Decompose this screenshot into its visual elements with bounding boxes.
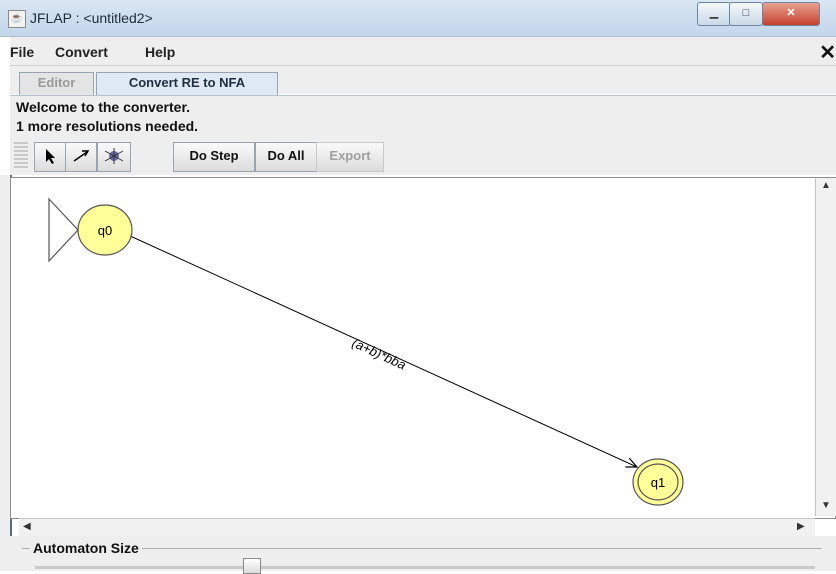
initial-state-marker [48,197,79,263]
group-border [22,548,822,549]
maximize-button[interactable]: □ [729,2,763,26]
scroll-left-icon[interactable]: ◀ [23,521,31,532]
title-bar: ☕ JFLAP : <untitled2> ▁ □ ✕ [0,0,836,37]
vertical-scrollbar[interactable]: ▲ ▼ [815,178,836,516]
close-tab-icon[interactable]: ✕ [819,40,836,65]
deleter-icon [104,148,124,164]
do-step-button[interactable]: Do Step [173,142,255,172]
transition-arrow-icon [73,150,90,162]
scroll-down-icon[interactable]: ▼ [821,500,831,511]
state-q0-label: q0 [98,223,112,238]
size-slider-thumb[interactable] [243,558,261,574]
state-q1-label: q1 [651,475,665,490]
close-window-button[interactable]: ✕ [762,2,820,26]
tab-strip: Editor Convert RE to NFA [10,66,836,95]
size-slider-track[interactable] [35,566,815,569]
converter-messages: Welcome to the converter. 1 more resolut… [10,95,836,139]
do-all-button[interactable]: Do All [255,142,317,172]
tab-editor[interactable]: Editor [19,72,94,95]
tab-convert-re-to-nfa[interactable]: Convert RE to NFA [96,72,278,95]
automaton-size-panel: Automaton Size [10,536,836,574]
scroll-right-icon[interactable]: ▶ [797,521,805,532]
export-button[interactable]: Export [316,142,384,172]
transition-tool-button[interactable] [65,142,97,172]
menu-convert[interactable]: Convert [55,44,108,60]
automaton-canvas[interactable]: (a+b)*bba q0 q1 [10,177,836,519]
window-title: JFLAP : <untitled2> [30,10,153,26]
menu-file[interactable]: File [10,44,34,60]
pointer-icon [46,149,55,164]
toolbar: Do Step Do All Export [10,139,836,175]
message-resolutions: 1 more resolutions needed. [16,118,199,134]
horizontal-scrollbar[interactable]: ◀ ▶ [19,518,815,536]
deleter-tool-button[interactable] [97,142,131,172]
select-tool-button[interactable] [34,142,66,172]
automaton-size-label: Automaton Size [30,540,142,556]
toolbar-grip[interactable] [14,142,28,170]
automaton-graph: (a+b)*bba q0 q1 [48,197,684,506]
message-welcome: Welcome to the converter. [16,99,191,115]
minimize-button[interactable]: ▁ [697,2,731,26]
java-app-icon: ☕ [8,10,26,28]
transition-label[interactable]: (a+b)*bba [350,335,409,372]
menu-bar: File Convert Help ✕ [10,37,836,66]
scroll-up-icon[interactable]: ▲ [821,180,831,191]
menu-help[interactable]: Help [145,44,175,60]
